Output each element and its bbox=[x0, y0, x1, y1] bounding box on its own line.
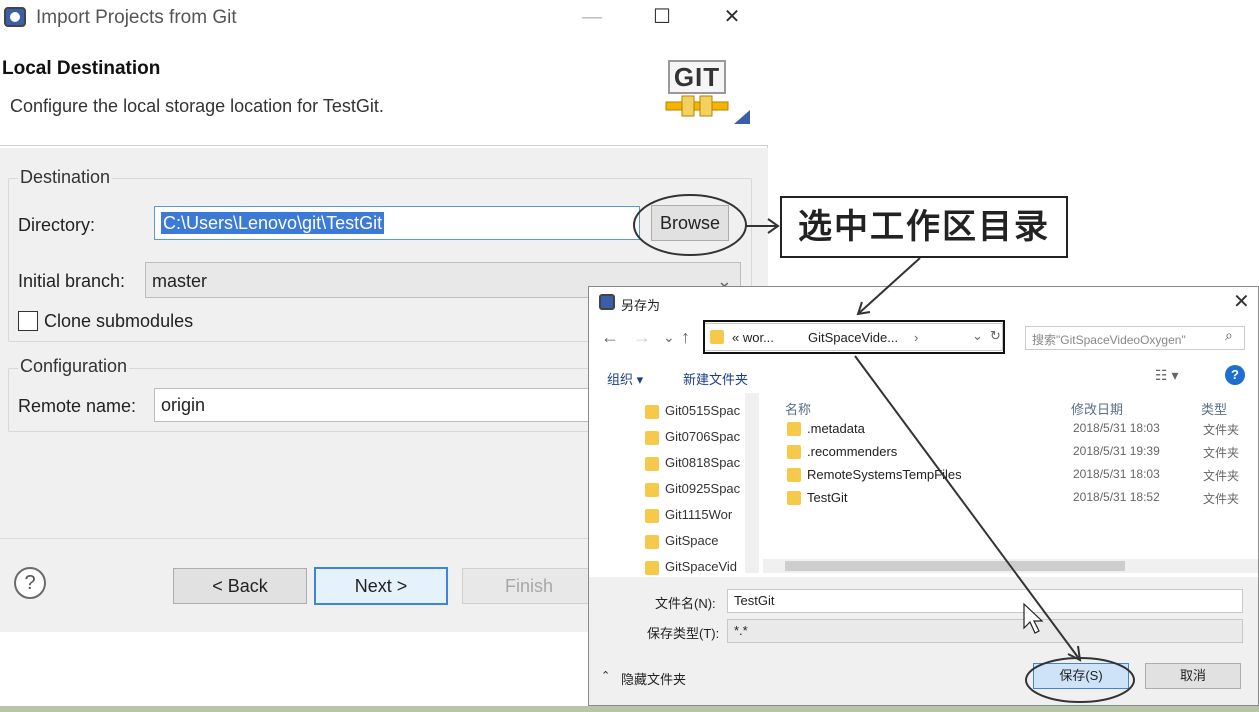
help-icon[interactable]: ? bbox=[1225, 365, 1245, 385]
dialog-app-icon bbox=[599, 294, 615, 310]
clone-submodules-label: Clone submodules bbox=[44, 311, 194, 331]
file-name: .metadata bbox=[807, 421, 865, 436]
hide-folders-button[interactable]: 隐藏文件夹 bbox=[621, 669, 686, 688]
remote-name-input[interactable]: origin bbox=[154, 388, 594, 422]
folder-icon bbox=[645, 561, 659, 575]
filetype-label: 保存类型(T): bbox=[647, 626, 720, 641]
folder-tree: Git0515Spac Git0706Spac Git0818Spac Git0… bbox=[589, 393, 759, 575]
filename-input[interactable]: TestGit bbox=[727, 589, 1243, 613]
file-date: 2018/5/31 18:03 bbox=[1073, 467, 1160, 481]
close-button[interactable]: ✕ bbox=[714, 4, 750, 30]
tree-item[interactable]: Git0706Spac bbox=[665, 429, 740, 444]
up-arrow-icon[interactable]: ↑ bbox=[681, 327, 690, 348]
file-name: RemoteSystemsTempFiles bbox=[807, 467, 962, 482]
file-type: 文件夹 bbox=[1203, 446, 1240, 460]
forward-arrow-icon[interactable]: → bbox=[633, 327, 651, 348]
view-options-icon[interactable]: ☷ ▾ bbox=[1155, 367, 1178, 384]
dialog-close-button[interactable]: ✕ bbox=[1233, 289, 1250, 314]
directory-value: C:\Users\Lenovo\git\TestGit bbox=[161, 212, 385, 234]
tree-item[interactable]: Git0925Spac bbox=[665, 481, 740, 496]
next-button[interactable]: Next > bbox=[314, 567, 448, 605]
file-date: 2018/5/31 18:52 bbox=[1073, 490, 1160, 504]
folder-icon bbox=[645, 535, 659, 549]
folder-icon bbox=[787, 422, 801, 436]
folder-icon bbox=[645, 457, 659, 471]
wizard-title: Import Projects from Git bbox=[36, 7, 237, 28]
filename-label: 文件名(N): bbox=[655, 596, 716, 611]
file-date: 2018/5/31 19:39 bbox=[1073, 444, 1160, 458]
browse-button[interactable]: Browse bbox=[651, 205, 729, 241]
remote-name-label: Remote name: bbox=[18, 396, 137, 416]
background-strip bbox=[0, 632, 590, 712]
column-header-name[interactable]: 名称 bbox=[785, 399, 811, 418]
maximize-button[interactable]: ☐ bbox=[644, 4, 680, 30]
folder-icon bbox=[787, 468, 801, 482]
table-row[interactable]: RemoteSystemsTempFiles 2018/5/31 18:03 文… bbox=[763, 465, 1258, 487]
back-arrow-icon[interactable]: ← bbox=[601, 327, 619, 348]
folder-icon bbox=[645, 431, 659, 445]
folder-icon bbox=[787, 445, 801, 459]
save-button[interactable]: 保存(S) bbox=[1033, 663, 1129, 689]
folder-icon bbox=[645, 483, 659, 497]
save-as-dialog: 另存为 ✕ ← → ⌄ ↑ « wor... GitSpaceVide... ›… bbox=[588, 286, 1259, 706]
file-date: 2018/5/31 18:03 bbox=[1073, 421, 1160, 435]
folder-icon bbox=[645, 405, 659, 419]
filetype-select[interactable]: *.* bbox=[727, 619, 1243, 643]
annotation-callout: 选中工作区目录 bbox=[780, 196, 1068, 258]
tree-item[interactable]: Git0515Spac bbox=[665, 403, 740, 418]
column-header-modified[interactable]: 修改日期 bbox=[1071, 399, 1123, 418]
help-icon[interactable]: ? bbox=[14, 567, 46, 599]
eclipse-app-icon bbox=[4, 7, 26, 27]
file-name: TestGit bbox=[807, 490, 848, 505]
tree-item[interactable]: GitSpaceVid bbox=[665, 559, 737, 574]
directory-label: Directory: bbox=[18, 215, 96, 235]
search-input[interactable]: 搜索"GitSpaceVideoOxygen" bbox=[1025, 326, 1245, 350]
clone-submodules-checkbox[interactable] bbox=[18, 311, 38, 331]
folder-icon bbox=[645, 509, 659, 523]
tree-item[interactable]: Git1115Wor bbox=[665, 507, 732, 522]
table-row[interactable]: .metadata 2018/5/31 18:03 文件夹 bbox=[763, 419, 1258, 441]
tree-scrollbar[interactable] bbox=[745, 393, 759, 573]
address-highlight-box bbox=[703, 320, 1005, 354]
table-row[interactable]: TestGit 2018/5/31 18:52 文件夹 bbox=[763, 488, 1258, 510]
destination-group-label: Destination bbox=[18, 167, 113, 188]
folder-icon bbox=[787, 491, 801, 505]
minimize-button[interactable]: — bbox=[574, 4, 610, 30]
arrowhead-icon bbox=[767, 218, 780, 234]
cancel-button[interactable]: 取消 bbox=[1145, 663, 1241, 689]
initial-branch-value: master bbox=[152, 271, 208, 291]
file-list: 名称 修改日期 类型 .metadata 2018/5/31 18:03 文件夹… bbox=[763, 393, 1258, 563]
dialog-toolbar: 组织 ▾ 新建文件夹 ☷ ▾ ? bbox=[589, 361, 1258, 391]
column-header-type[interactable]: 类型 bbox=[1201, 399, 1227, 418]
finish-button[interactable]: Finish bbox=[462, 568, 596, 604]
directory-input[interactable]: C:\Users\Lenovo\git\TestGit bbox=[154, 206, 640, 240]
desktop-edge bbox=[0, 706, 1259, 712]
collapse-icon[interactable]: ⌃ bbox=[601, 669, 610, 682]
wizard-header bbox=[0, 34, 768, 146]
tree-item[interactable]: Git0818Spac bbox=[665, 455, 740, 470]
tree-item[interactable]: GitSpace bbox=[665, 533, 718, 548]
new-folder-button[interactable]: 新建文件夹 bbox=[683, 369, 748, 388]
file-type: 文件夹 bbox=[1203, 492, 1240, 506]
page-description: Configure the local storage location for… bbox=[10, 96, 384, 116]
git-logo-icon: GIT bbox=[668, 60, 726, 94]
dialog-title: 另存为 bbox=[621, 298, 661, 313]
file-name: .recommenders bbox=[807, 444, 898, 459]
scrollbar-thumb[interactable] bbox=[785, 561, 1125, 571]
save-form: 文件名(N): TestGit 保存类型(T): *.* ⌃ 隐藏文件夹 保存(… bbox=[589, 577, 1258, 705]
table-row[interactable]: .recommenders 2018/5/31 19:39 文件夹 bbox=[763, 442, 1258, 464]
git-logo-pipe-icon bbox=[665, 95, 750, 124]
recent-locations-icon[interactable]: ⌄ bbox=[663, 329, 675, 346]
back-button[interactable]: < Back bbox=[173, 568, 307, 604]
organize-menu[interactable]: 组织 ▾ bbox=[607, 369, 643, 388]
page-title: Local Destination bbox=[2, 58, 161, 79]
initial-branch-label: Initial branch: bbox=[18, 271, 126, 291]
file-type: 文件夹 bbox=[1203, 423, 1240, 437]
configuration-group-label: Configuration bbox=[18, 356, 130, 377]
file-type: 文件夹 bbox=[1203, 469, 1240, 483]
search-icon: ⌕ bbox=[1225, 327, 1233, 343]
